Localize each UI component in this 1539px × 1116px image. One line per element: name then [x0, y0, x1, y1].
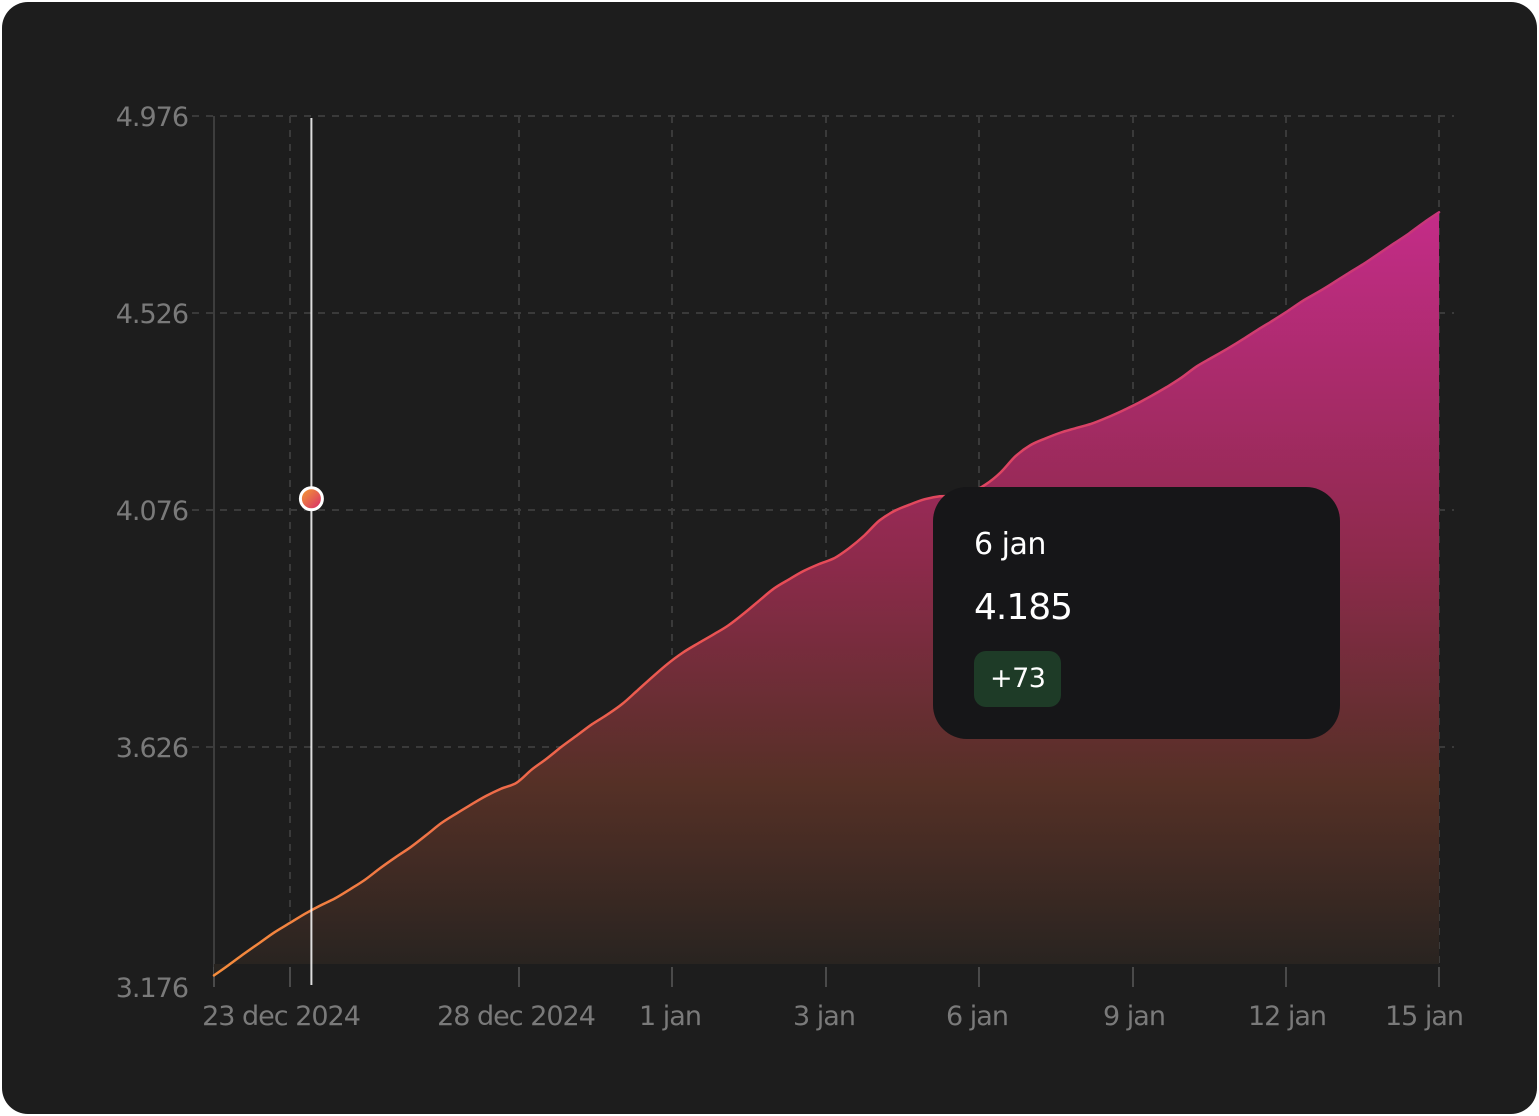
y-tick-label: 4.976 [116, 102, 188, 133]
x-tick-label: 6 jan [946, 1001, 1008, 1032]
x-tick-label: 1 jan [639, 1001, 701, 1032]
y-axis: 4.976 4.526 4.076 3.626 3.176 [116, 102, 189, 1004]
y-tick-label: 3.626 [116, 733, 188, 764]
x-tick-label: 9 jan [1103, 1001, 1165, 1032]
x-tick-label: 3 jan [793, 1001, 855, 1032]
x-tick-label: 28 dec 2024 [437, 1001, 595, 1032]
hover-point[interactable] [298, 486, 324, 512]
chart-card: 4.976 4.526 4.076 3.626 3.176 23 dec 2024 28 … [2, 2, 1537, 1114]
tooltip-date: 6 jan [974, 527, 1046, 562]
y-tick-label: 3.176 [116, 973, 188, 1004]
chart-tooltip: 6 jan 4.185 +73 [933, 487, 1340, 739]
y-tick-label: 4.076 [116, 496, 188, 527]
y-tick-label: 4.526 [116, 299, 188, 330]
x-tick-label: 23 dec 2024 [202, 1001, 360, 1032]
tooltip-change-badge: +73 [974, 651, 1062, 707]
hover-layer [298, 118, 324, 985]
x-tick-label: 12 jan [1248, 1001, 1326, 1032]
x-tick-label: 15 jan [1385, 1001, 1463, 1032]
x-axis: 23 dec 2024 28 dec 2024 1 jan 3 jan 6 jan 9 j… [202, 1001, 1464, 1032]
tooltip-value: 4.185 [974, 587, 1073, 628]
